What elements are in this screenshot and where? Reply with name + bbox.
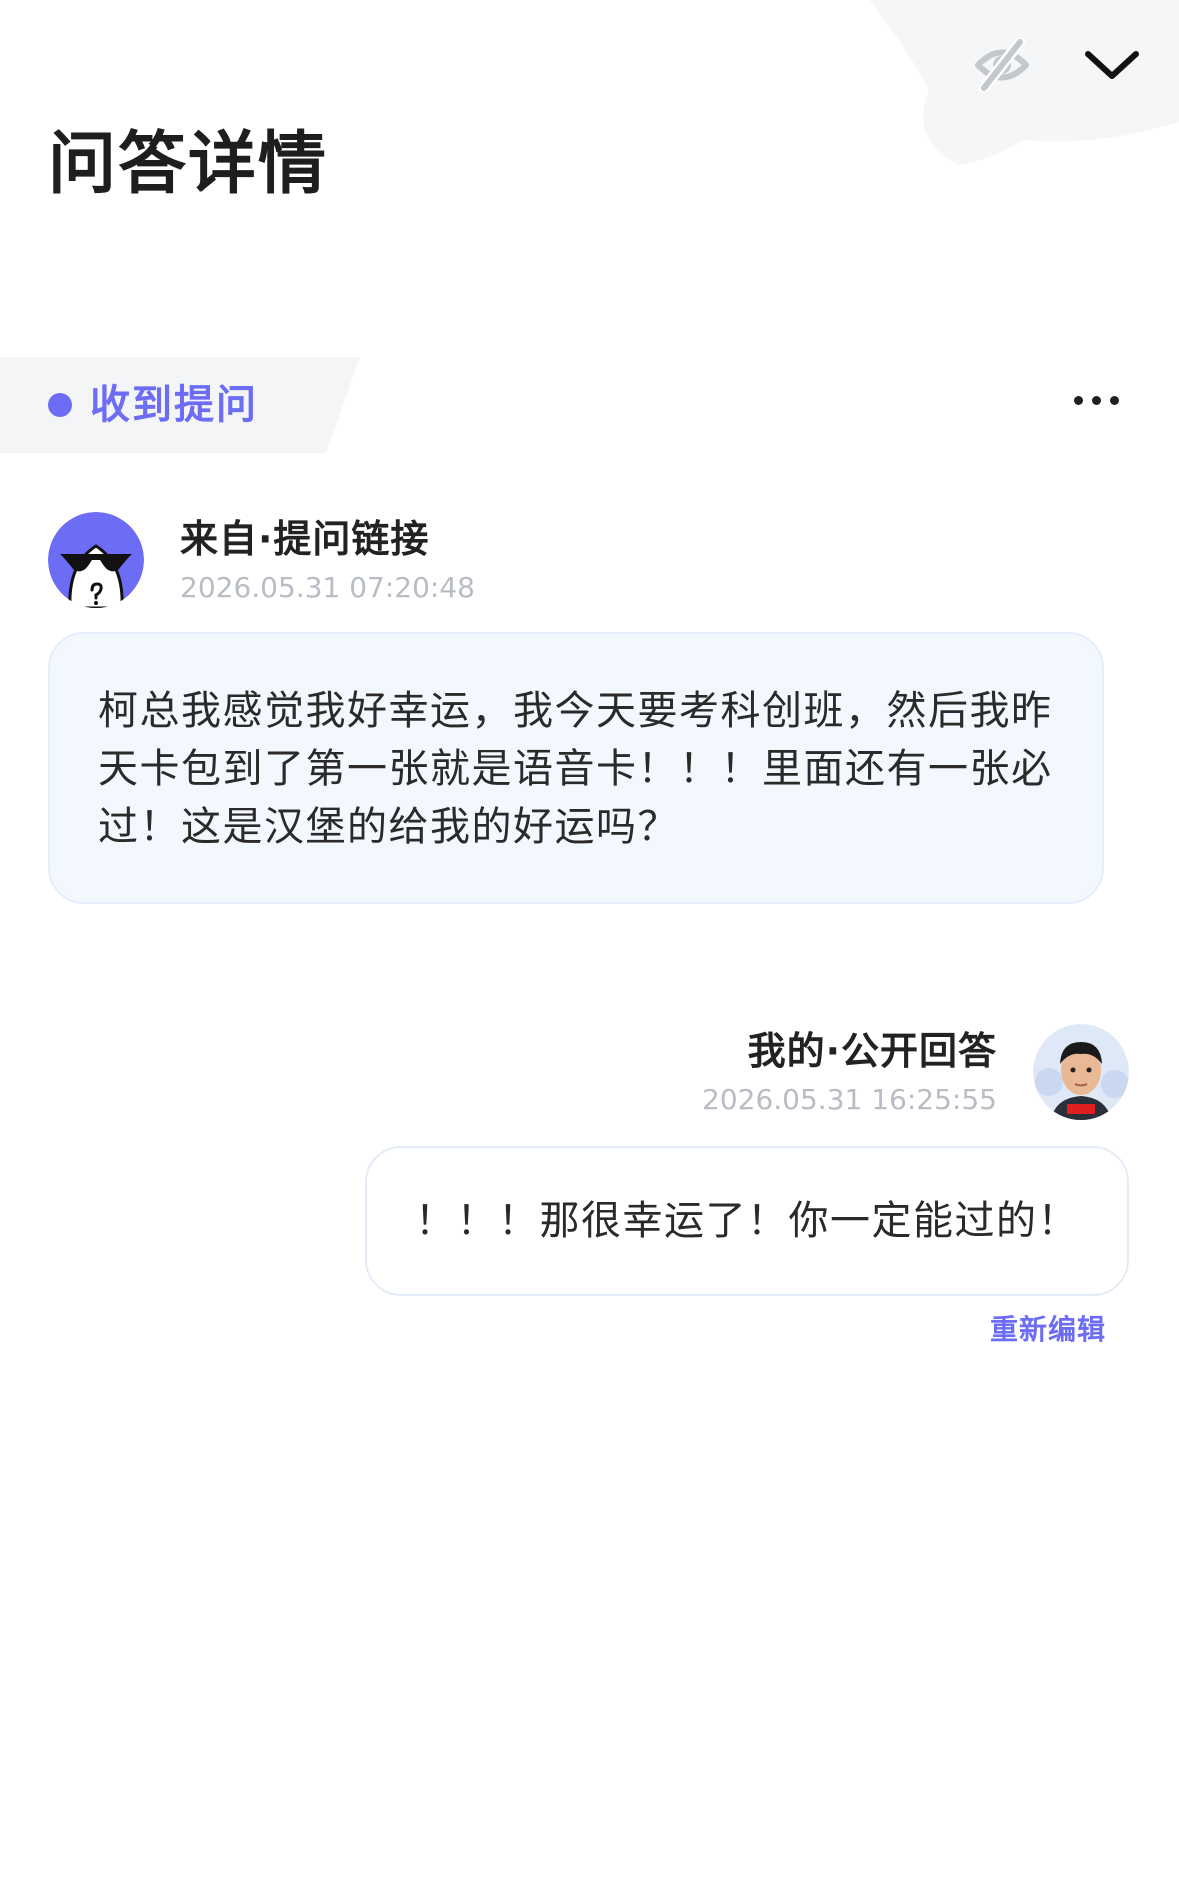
answer-avatar	[1033, 1024, 1129, 1120]
collapse-button[interactable]	[1081, 34, 1143, 96]
more-options-button[interactable]	[1070, 386, 1123, 415]
more-dot	[1074, 396, 1083, 405]
section-tab-label: 收到提问	[90, 382, 258, 428]
tab-indicator-dot	[48, 393, 72, 417]
answer-source-label: 我的·公开回答	[747, 1029, 997, 1073]
question-source-label: 来自·提问链接	[180, 517, 430, 561]
more-dot	[1092, 396, 1101, 405]
header-actions	[971, 34, 1143, 96]
hide-toggle-button[interactable]	[971, 34, 1033, 96]
header-decoration	[869, 0, 1179, 165]
question-bubble: 柯总我感觉我好幸运，我今天要考科创班，然后我昨天卡包到了第一张就是语音卡！！！里…	[48, 632, 1104, 904]
question-timestamp: 2026.05.31 07:20:48	[180, 571, 475, 604]
eye-off-icon	[975, 38, 1029, 92]
reedit-button[interactable]: 重新编辑	[990, 1310, 1106, 1350]
answer-text: ！！！那很幸运了！你一定能过的！	[415, 1198, 1079, 1244]
asker-avatar	[48, 512, 144, 608]
more-dot	[1110, 396, 1119, 405]
question-text: 柯总我感觉我好幸运，我今天要考科创班，然后我昨天卡包到了第一张就是语音卡！！！里…	[98, 688, 1053, 850]
answer-bubble: ！！！那很幸运了！你一定能过的！	[365, 1146, 1129, 1296]
anonymous-sunglasses-icon	[48, 512, 144, 608]
page-title: 问答详情	[48, 125, 329, 204]
chevron-down-icon	[1085, 51, 1139, 79]
section-tab-received[interactable]: 收到提问	[0, 357, 360, 453]
user-photo-icon	[1033, 1024, 1129, 1120]
answer-timestamp: 2026.05.31 16:25:55	[702, 1083, 997, 1116]
